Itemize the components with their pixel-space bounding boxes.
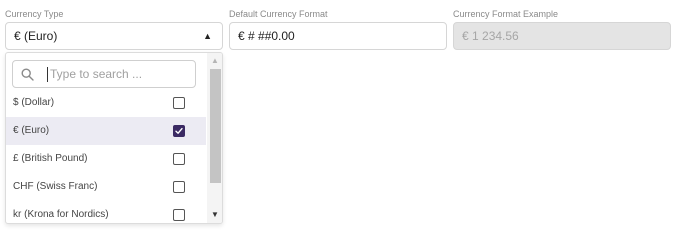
option-label: $ (Dollar) (13, 97, 55, 108)
checkbox-checked[interactable] (173, 125, 185, 137)
option-british-pound[interactable]: £ (British Pound) (6, 145, 206, 173)
scroll-up-arrow-icon[interactable]: ▲ (207, 54, 222, 68)
checkbox[interactable] (173, 97, 185, 109)
text-cursor (47, 67, 48, 82)
caret-up-icon: ▲ (203, 31, 212, 41)
checkmark-icon (175, 127, 183, 134)
option-label: £ (British Pound) (13, 153, 88, 164)
option-label: € (Euro) (13, 125, 50, 136)
currency-format-example-value: € 1 234.56 (462, 29, 519, 43)
currency-type-value: € (Euro) (14, 29, 58, 43)
currency-search-input[interactable]: Type to search ... (12, 60, 196, 88)
checkbox[interactable] (173, 153, 185, 165)
default-currency-format-input[interactable]: € # ##0.00 (229, 22, 447, 50)
currency-dropdown-panel: Type to search ... $ (Dollar) € (Euro) £… (5, 52, 223, 224)
option-euro[interactable]: € (Euro) (6, 117, 206, 145)
option-krona[interactable]: kr (Krona for Nordics) (6, 201, 206, 223)
default-currency-format-value: € # ##0.00 (238, 29, 295, 43)
checkbox[interactable] (173, 181, 185, 193)
default-currency-format-label: Default Currency Format (229, 9, 328, 19)
dropdown-scrollbar[interactable]: ▲ ▼ (207, 53, 222, 223)
currency-format-example-input: € 1 234.56 (453, 22, 671, 50)
search-icon (21, 68, 34, 81)
option-label: kr (Krona for Nordics) (13, 209, 109, 220)
option-swiss-franc[interactable]: CHF (Swiss Franc) (6, 173, 206, 201)
scroll-down-arrow-icon[interactable]: ▼ (207, 208, 222, 222)
checkbox[interactable] (173, 209, 185, 221)
option-dollar[interactable]: $ (Dollar) (6, 89, 206, 117)
currency-format-example-label: Currency Format Example (453, 9, 559, 19)
currency-type-select[interactable]: € (Euro) ▲ (5, 22, 223, 50)
search-placeholder: Type to search ... (50, 67, 143, 81)
option-label: CHF (Swiss Franc) (13, 181, 98, 192)
scrollbar-thumb[interactable] (210, 69, 221, 183)
currency-type-label: Currency Type (5, 9, 64, 19)
